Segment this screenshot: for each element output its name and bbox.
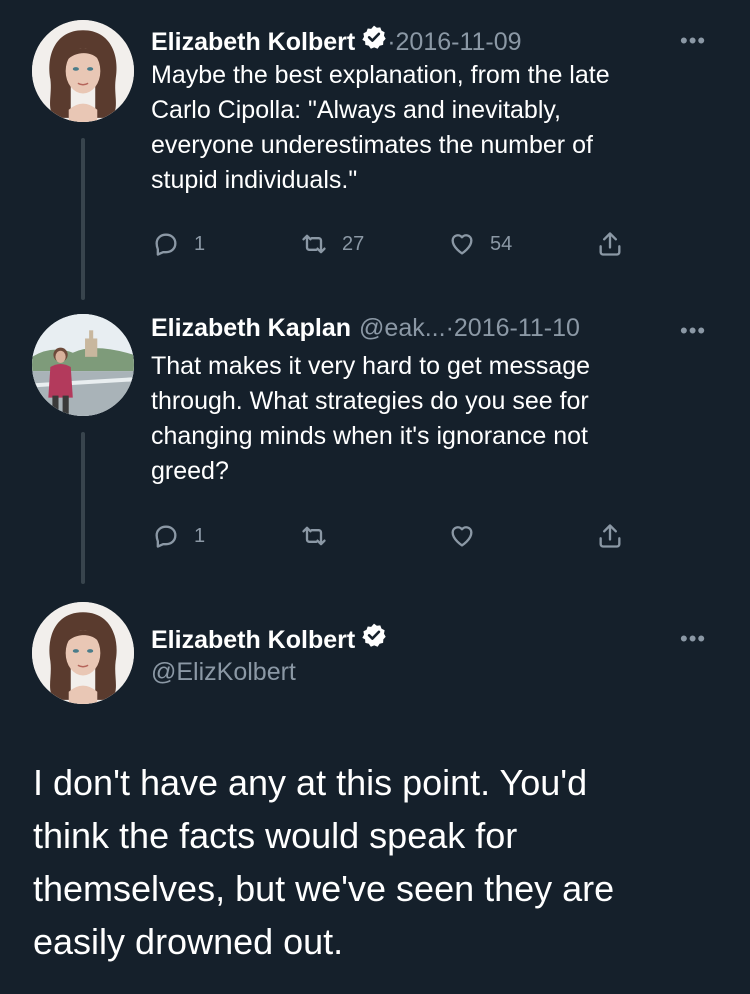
- author-handle[interactable]: @ElizKolbert: [151, 658, 296, 687]
- share-button[interactable]: [596, 522, 624, 550]
- retweet-count: 27: [342, 232, 365, 255]
- tweet-text-line: think the facts would speak for: [33, 815, 518, 856]
- verified-badge-icon: [362, 623, 386, 647]
- tweet-header: Elizabeth Kolbert: [151, 622, 387, 655]
- more-options-icon[interactable]: •••: [680, 28, 706, 54]
- author-handle[interactable]: @eak...: [359, 314, 446, 343]
- tweet-text-line: greed?: [151, 457, 229, 485]
- tweet-text-line: That makes it very hard to get message: [151, 352, 591, 380]
- retweet-button[interactable]: 27: [300, 230, 364, 258]
- retweet-icon: [302, 234, 326, 254]
- author-name[interactable]: Elizabeth Kolbert: [151, 626, 355, 655]
- more-options-icon[interactable]: •••: [680, 318, 706, 344]
- author-name[interactable]: Elizabeth Kaplan: [151, 314, 351, 343]
- tweet-header: Elizabeth Kolbert · 2016-11-09: [151, 24, 522, 57]
- tweet-text-line: stupid individuals.": [151, 166, 358, 194]
- reply-button[interactable]: 1: [152, 230, 205, 258]
- avatar-photo: [32, 314, 134, 416]
- thread-connector-line: [81, 432, 85, 584]
- reply-button[interactable]: 1: [152, 522, 205, 550]
- tweet-text: That makes it very hard to get message t…: [151, 349, 590, 489]
- share-button[interactable]: [596, 230, 624, 258]
- avatar-illustration: [32, 602, 134, 704]
- tweet-date[interactable]: 2016-11-09: [396, 28, 522, 57]
- tweet-text-line: I don't have any at this point. You'd: [33, 762, 588, 803]
- tweet-date[interactable]: 2016-11-10: [454, 314, 580, 343]
- tweet-text-line: Maybe the best explanation, from the lat…: [151, 61, 610, 89]
- retweet-button[interactable]: [300, 522, 328, 550]
- like-button[interactable]: 54: [448, 230, 512, 258]
- main-tweet-text: I don't have any at this point. You'd th…: [33, 756, 614, 968]
- avatar-elizabeth-kolbert[interactable]: [32, 20, 134, 122]
- separator: ·: [445, 314, 454, 342]
- heart-icon: [451, 234, 473, 255]
- tweet-text-line: easily drowned out.: [33, 921, 344, 962]
- tweet-text-line: themselves, but we've seen they are: [33, 868, 615, 909]
- separator: ·: [387, 28, 396, 56]
- share-icon: [599, 524, 621, 548]
- like-button[interactable]: [448, 522, 476, 550]
- avatar-elizabeth-kolbert[interactable]: [32, 602, 134, 704]
- reply-count: 1: [194, 232, 206, 255]
- share-icon: [599, 232, 621, 256]
- verified-badge-icon: [362, 25, 386, 49]
- avatar-elizabeth-kaplan[interactable]: [32, 314, 134, 416]
- tweet-text-line: everyone underestimates the number of: [151, 131, 593, 159]
- tweet-text-line: through. What strategies do you see for: [151, 387, 589, 415]
- thread-connector-line: [81, 138, 85, 300]
- like-count: 54: [490, 232, 513, 255]
- author-name[interactable]: Elizabeth Kolbert: [151, 28, 355, 57]
- tweet-text-line: Carlo Cipolla: "Always and inevitably,: [151, 96, 561, 124]
- reply-count: 1: [194, 524, 206, 547]
- avatar-illustration: [32, 20, 134, 122]
- reply-icon: [155, 525, 177, 548]
- tweet-text: Maybe the best explanation, from the lat…: [151, 58, 610, 198]
- tweet-header: Elizabeth Kaplan @eak... · 2016-11-10: [151, 314, 580, 343]
- retweet-icon: [302, 526, 326, 546]
- heart-icon: [451, 526, 473, 547]
- tweet-text-line: changing minds when it's ignorance not: [151, 422, 588, 450]
- more-options-icon[interactable]: •••: [680, 626, 706, 652]
- reply-icon: [155, 233, 177, 256]
